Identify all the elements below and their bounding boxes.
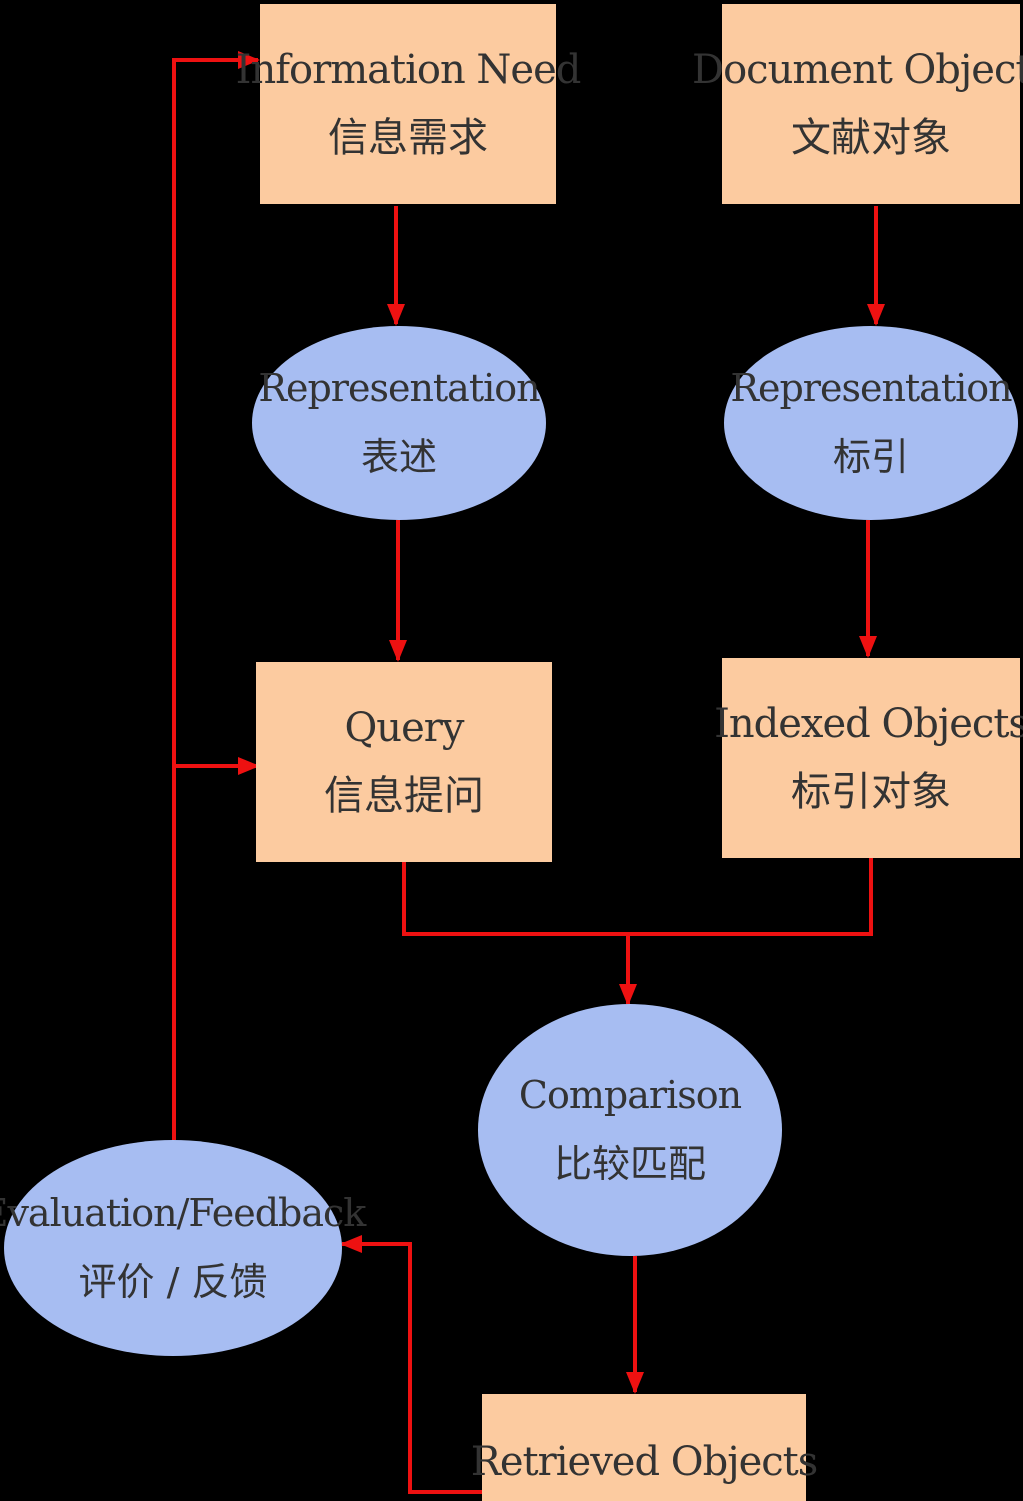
document-objects-zh-label: 文献对象	[791, 115, 951, 161]
query-zh-label: 信息提问	[324, 773, 484, 819]
comparison-ellipse: Comparison 比较匹配	[478, 1004, 782, 1256]
query-box: Query 信息提问	[256, 662, 552, 862]
ir-process-diagram: Information Need 信息需求 Document Objects 文…	[0, 0, 1023, 1501]
retrieved-objects-label: Retrieved Objects	[470, 1439, 819, 1485]
document-objects-box: Document Objects 文献对象	[692, 4, 1023, 204]
representation-doc-ellipse: Representation 标引	[724, 326, 1018, 520]
retrieved-objects-box: Retrieved Objects	[471, 1394, 818, 1501]
indexed-objects-box: Indexed Objects 标引对象	[714, 658, 1023, 858]
query-label: Query	[344, 705, 465, 751]
arrow-retrieved-to-evaluation	[340, 1235, 482, 1494]
information-need-box: Information Need 信息需求	[236, 4, 581, 204]
document-objects-label: Document Objects	[692, 47, 1023, 93]
connector-indexed-to-merge	[628, 858, 873, 936]
representation-doc-label: Representation	[730, 365, 1012, 410]
information-need-label: Information Need	[235, 47, 582, 93]
connector-query-to-merge	[402, 862, 628, 936]
evaluation-feedback-ellipse: Evaluation/Feedback 评价 / 反馈	[0, 1140, 366, 1356]
feedback-loop-line	[172, 51, 260, 1140]
representation-query-label: Representation	[258, 365, 540, 410]
representation-query-zh-label: 表述	[360, 435, 437, 479]
representation-doc-zh-label: 标引	[832, 435, 909, 479]
representation-query-ellipse: Representation 表述	[252, 326, 546, 520]
comparison-zh-label: 比较匹配	[553, 1142, 706, 1186]
indexed-objects-label: Indexed Objects	[714, 701, 1023, 747]
evaluation-feedback-zh-label: 评价 / 反馈	[78, 1260, 268, 1304]
evaluation-feedback-label: Evaluation/Feedback	[0, 1190, 366, 1235]
indexed-objects-zh-label: 标引对象	[791, 769, 951, 815]
comparison-label: Comparison	[518, 1072, 742, 1117]
information-need-zh-label: 信息需求	[328, 115, 488, 161]
